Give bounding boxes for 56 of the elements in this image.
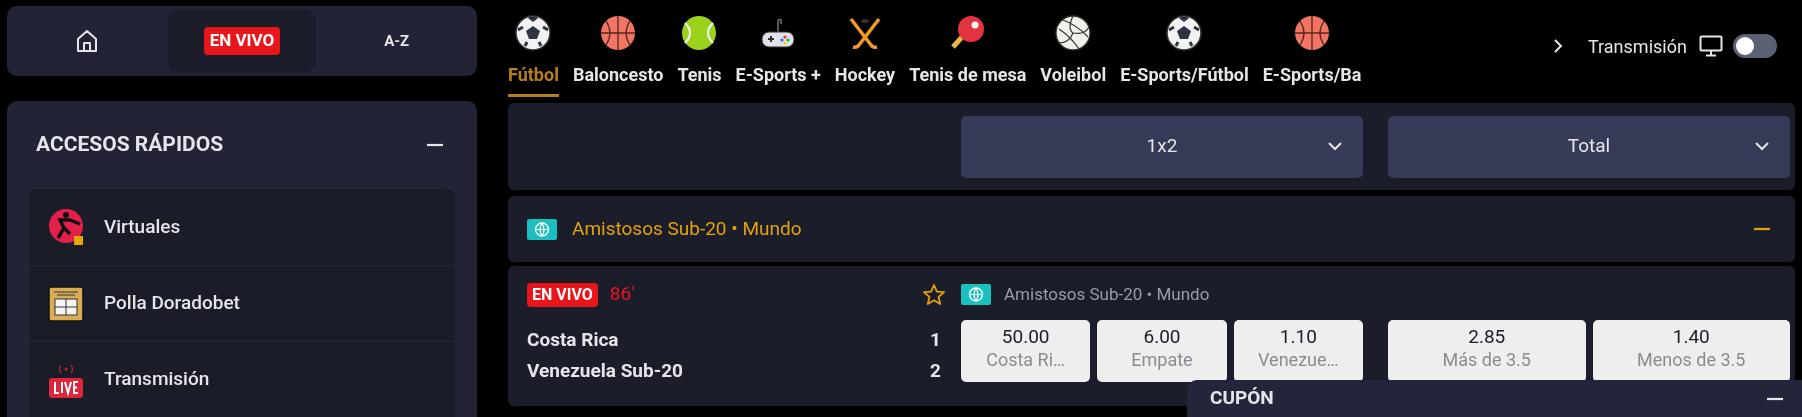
chevron-down-icon xyxy=(1754,139,1770,152)
basketball-icon xyxy=(1294,15,1331,51)
tennis-ball-icon xyxy=(681,15,718,51)
star-icon[interactable] xyxy=(922,282,946,307)
betting-slip-icon xyxy=(48,285,84,322)
market-dropdown[interactable]: 1x2 xyxy=(961,115,1363,178)
sport-tab[interactable]: E-Sports/Ba xyxy=(1262,0,1362,97)
odds-button[interactable]: 1.10 Venezue… xyxy=(1233,320,1363,382)
quick-access-item[interactable]: Transmisión xyxy=(29,341,455,417)
coupon-title: CUPÓN xyxy=(1210,385,1274,412)
odds-button[interactable]: 50.00 Costa Ri… xyxy=(961,320,1091,382)
live-badge: EN VIVO xyxy=(203,27,281,55)
team-score: 2 xyxy=(930,358,941,385)
match-league: Amistosos Sub-20 • Mundo xyxy=(1004,282,1210,306)
hockey-sticks-icon xyxy=(847,15,883,51)
league-title: Amistosos Sub-20 • Mundo xyxy=(572,215,803,242)
quick-access-label: Transmisión xyxy=(104,366,210,393)
chevron-right-icon[interactable] xyxy=(1552,37,1564,55)
volleyball-icon xyxy=(1055,15,1092,51)
sport-tab[interactable]: E-Sports + xyxy=(735,0,821,97)
streaming-toggle[interactable] xyxy=(1732,34,1777,58)
sport-tab[interactable]: Voleibol xyxy=(1040,0,1107,97)
streaming-label: Transmisión xyxy=(1588,34,1687,59)
soccer-ball-icon xyxy=(1166,15,1203,51)
sport-tab[interactable]: Fútbol xyxy=(508,0,559,97)
odds-button[interactable]: 6.00 Empate xyxy=(1097,320,1227,382)
home-icon xyxy=(76,29,99,53)
odds-button[interactable]: 1.40 Menos de 3.5 xyxy=(1592,320,1790,382)
ping-pong-paddle-icon xyxy=(949,15,986,51)
quick-access-label: Virtuales xyxy=(104,213,181,240)
basketball-icon xyxy=(600,15,637,51)
team-score: 1 xyxy=(930,327,941,354)
a-z-tab[interactable]: A-Z xyxy=(322,10,471,72)
quick-access-item[interactable]: Virtuales xyxy=(29,189,455,265)
chevron-down-icon xyxy=(1327,139,1343,152)
globe-icon xyxy=(961,284,991,305)
market-dropdown[interactable]: Total xyxy=(1388,115,1790,178)
league-header[interactable]: Amistosos Sub-20 • Mundo xyxy=(508,196,1795,262)
sport-tab[interactable]: Baloncesto xyxy=(572,0,664,97)
soccer-ball-icon xyxy=(515,15,552,51)
live-tab[interactable]: EN VIVO xyxy=(167,10,317,72)
kicking-player-icon xyxy=(48,208,84,246)
sport-tab[interactable]: E-Sports/Fútbol xyxy=(1120,0,1249,97)
quick-access-label: Polla Doradobet xyxy=(104,290,240,317)
sport-tab[interactable]: Hockey xyxy=(834,0,896,97)
team-name: Costa Rica xyxy=(527,327,619,354)
sport-tab[interactable]: Tenis de mesa xyxy=(909,0,1027,97)
team-name: Venezuela Sub-20 xyxy=(527,358,683,385)
globe-icon xyxy=(527,218,557,240)
sport-tab[interactable]: Tenis xyxy=(677,0,722,97)
match-minute: 86' xyxy=(609,281,636,308)
live-badge: EN VIVO xyxy=(527,282,598,307)
quick-access-item[interactable]: Polla Doradobet xyxy=(29,265,455,341)
monitor-icon xyxy=(1698,35,1723,57)
section-title: ACCESOS RÁPIDOS xyxy=(36,130,224,158)
odds-button[interactable]: 2.85 Más de 3.5 xyxy=(1388,320,1586,382)
